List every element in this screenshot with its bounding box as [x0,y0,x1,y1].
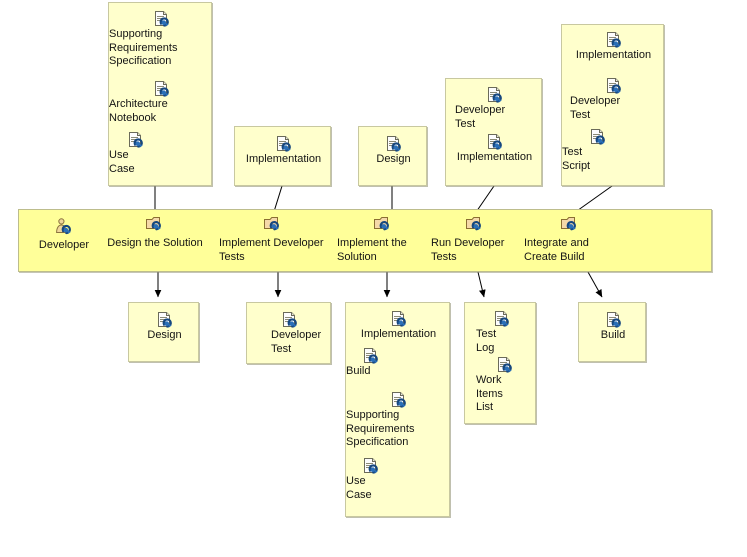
work-product-document-icon [494,311,509,327]
inputs-design-the-solution[interactable]: Supporting Requirements Specification Ar… [108,2,212,186]
artifact-label: Developer Test [455,104,506,130]
role-person-icon [56,218,71,235]
task-label: Integrate and Create Build [524,237,589,263]
inputs-implement-developer-tests[interactable]: Implementation [234,126,331,186]
task-label: Run Developer Tests [431,237,505,263]
task-activity-icon [466,217,481,231]
artifact-supporting-requirements-specification[interactable]: Supporting Requirements Specification [109,11,213,69]
artifact-label: Design [147,329,182,341]
artifact-label: Use Case [109,149,135,175]
artifact-implementation[interactable]: Implementation [446,134,543,165]
task-implement-developer-tests[interactable]: Implement Developer Tests [219,216,326,264]
artifact-label: Test Log [476,328,497,354]
outputs-run-developer-tests[interactable]: Test Log Work Items List [464,302,536,424]
task-label: Design the Solution [107,237,203,249]
artifact-implementation[interactable]: Implementation [346,311,451,342]
artifact-label: Implementation [575,49,652,61]
work-product-document-icon [606,312,621,328]
work-product-document-icon [607,32,621,48]
artifact-use-case[interactable]: Use Case [318,458,423,502]
work-product-document-icon [488,87,502,103]
artifact-label: Test Script [562,146,591,172]
artifact-label: Developer Test [570,95,621,121]
task-activity-icon [146,217,161,231]
outputs-design-the-solution[interactable]: Design [128,302,199,362]
work-product-document-icon [591,129,605,145]
task-activity-icon [263,217,279,231]
task-label: Implement the Solution [337,237,407,263]
outputs-integrate-and-create-build[interactable]: Build [578,302,646,362]
work-product-document-icon [392,311,406,327]
artifact-implementation[interactable]: Implementation [562,32,665,63]
artifact-label: Design [376,153,411,165]
artifact-supporting-requirements-specification[interactable]: Supporting Requirements Specification [346,392,451,450]
artifact-implementation[interactable]: Implementation [235,136,332,167]
artifact-label: Build [346,365,371,377]
artifact-label: Supporting Requirements Specification [346,409,415,448]
artifact-label: Use Case [346,475,372,501]
outputs-implement-the-solution[interactable]: Implementation Build Supporting Requirem… [345,302,450,517]
artifact-use-case[interactable]: Use Case [83,132,187,176]
inputs-run-developer-tests[interactable]: Developer Test Implementation [445,78,542,186]
artifact-test-log[interactable]: Test Log [465,311,537,355]
artifact-label: Implementation [456,151,533,163]
artifact-developer-test[interactable]: Developer Test [562,78,665,122]
inputs-implement-the-solution[interactable]: Design [358,126,427,186]
task-run-developer-tests[interactable]: Run Developer Tests [431,216,519,264]
task-label: Implement Developer Tests [219,237,324,263]
work-product-document-icon [364,348,378,364]
work-product-document-icon [158,312,172,328]
artifact-design[interactable]: Design [359,136,428,167]
work-product-document-icon [392,392,406,408]
artifact-design[interactable]: Design [129,312,200,343]
role-developer[interactable]: Developer [28,218,100,252]
work-product-document-icon [154,11,169,27]
task-activity-icon [374,217,389,231]
inputs-integrate-and-create-build[interactable]: Implementation Developer Test Test Scrip… [561,24,664,186]
artifact-developer-test[interactable]: Developer Test [446,87,543,131]
artifact-label: Implementation [360,328,437,340]
work-product-document-icon [497,357,512,373]
task-design-the-solution[interactable]: Design the Solution [104,216,206,250]
work-product-document-icon [607,78,621,94]
work-product-document-icon [283,312,297,328]
work-product-document-icon [387,136,401,152]
artifact-label: Implementation [245,153,322,165]
artifact-test-script[interactable]: Test Script [546,129,649,173]
work-product-document-icon [488,134,502,150]
artifact-work-items-list[interactable]: Work Items List [468,357,540,415]
artifact-label: Architecture Notebook [109,98,168,124]
artifact-build[interactable]: Build [579,312,647,343]
work-product-document-icon [277,136,291,152]
work-product-document-icon [154,81,169,97]
artifact-label: Build [600,329,626,341]
task-implement-the-solution[interactable]: Implement the Solution [337,216,429,264]
activity-diagram-canvas: Supporting Requirements Specification Ar… [0,0,747,557]
role-label: Developer [38,239,90,251]
task-activity-icon [561,217,576,231]
artifact-architecture-notebook[interactable]: Architecture Notebook [109,81,213,125]
work-product-document-icon [364,458,378,474]
artifact-label: Supporting Requirements Specification [109,28,178,67]
work-product-document-icon [128,132,143,148]
artifact-build[interactable]: Build [318,348,423,379]
artifact-label: Work Items List [476,374,503,413]
task-integrate-and-create-build[interactable]: Integrate and Create Build [524,216,616,264]
